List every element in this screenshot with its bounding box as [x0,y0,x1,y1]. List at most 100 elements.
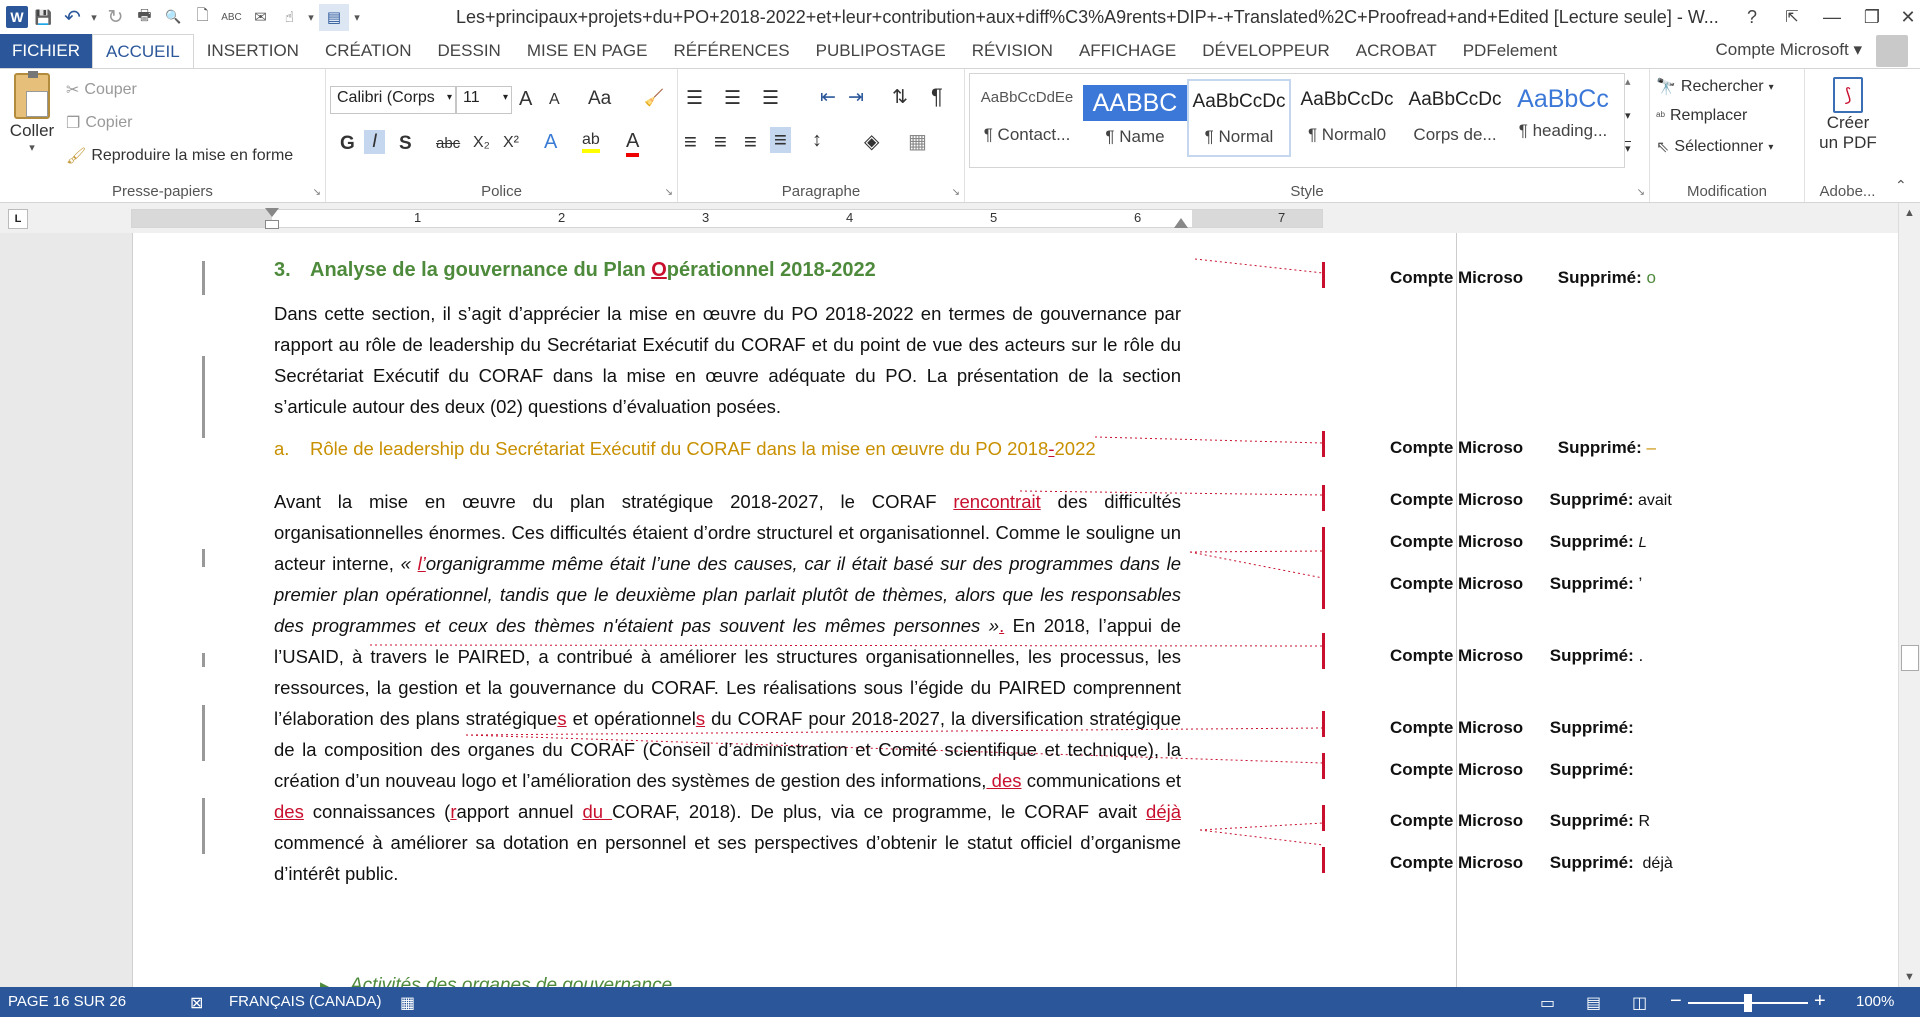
revision-balloon[interactable]: Compte Microso Supprimé: avait [1390,490,1672,510]
spelling-icon[interactable]: ABC [218,4,245,31]
find-button[interactable]: 🔭 Rechercher ▾ [1656,77,1774,97]
align-left-button[interactable]: ≡ [684,129,697,155]
revision-balloon[interactable]: Compte Microso Supprimé: [1390,760,1634,780]
layout-icon[interactable]: ▤ [319,3,349,31]
sort-button[interactable]: ⇅ [892,86,908,109]
paste-dropdown-icon[interactable]: ▾ [29,141,35,154]
revision-balloon[interactable]: Compte Microso Supprimé: R [1390,811,1650,831]
next-heading[interactable]: ▸ Activités des organes de gouvernance [320,975,672,987]
italic-button[interactable]: I [364,130,386,154]
macro-recording-icon[interactable]: ▦ [400,993,415,1013]
save-icon[interactable]: 💾 [30,4,57,31]
revision-balloon[interactable]: Compte Microso Supprimé: déjà [1390,853,1673,873]
superscript-button[interactable]: X² [503,134,519,152]
align-right-button[interactable]: ≡ [744,129,757,155]
format-painter-button[interactable]: 🖌 Reproduire la mise en forme [66,146,293,166]
tab-creation[interactable]: CRÉATION [312,34,425,68]
select-button[interactable]: ⇖ Sélectionner ▾ [1656,137,1773,157]
underline-button[interactable]: S [399,133,412,155]
tab-fichier[interactable]: FICHIER [0,34,92,68]
styles-more-icon[interactable]: ▾ [1625,141,1631,155]
increase-indent-button[interactable]: ⇥ [848,86,864,109]
font-launcher-icon[interactable]: ↘ [665,187,673,198]
heading-4[interactable]: a. Rôle de leadership du Secrétariat Exéc… [274,438,1096,460]
styles-launcher-icon[interactable]: ↘ [1637,187,1645,198]
revision-balloon[interactable]: Compte Microso Supprimé: . [1390,646,1643,666]
tab-pdfelement[interactable]: PDFelement [1450,34,1570,68]
tab-dessin[interactable]: DESSIN [425,34,514,68]
styles-scroll-up-icon[interactable]: ▴ [1625,75,1631,88]
revision-balloon[interactable]: Compte Microso Supprimé: – [1390,438,1656,458]
maximize-icon[interactable]: ❐ [1852,0,1892,34]
bold-button[interactable]: G [340,133,355,155]
undo-dropdown-icon[interactable]: ▾ [88,4,100,31]
replace-button[interactable]: ᵃᵇ Remplacer [1656,107,1747,125]
subscript-button[interactable]: X₂ [473,134,490,152]
tab-acrobat[interactable]: ACROBAT [1343,34,1450,68]
customize-qat-icon[interactable]: ▾ [351,4,363,31]
create-pdf-button[interactable]: ⟆ Créer un PDF [1813,77,1883,153]
shading-button[interactable]: ◈ [864,129,879,154]
grow-font-button[interactable]: A [519,88,532,111]
document-workspace[interactable]: 3. Analyse de la gouvernance du Plan Opér… [0,233,1898,987]
hanging-indent-marker[interactable] [265,220,279,229]
scroll-up-icon[interactable]: ▲ [1904,207,1915,219]
body-paragraph[interactable]: Avant la mise en œuvre du plan stratégiq… [274,486,1181,889]
touch-mode-icon[interactable]: ☝ [276,4,303,31]
font-name-combo[interactable]: Calibri (Corps ▾ [330,86,456,114]
print-preview-icon[interactable]: 🔍 [160,4,187,31]
heading-3[interactable]: 3. Analyse de la gouvernance du Plan Opér… [274,259,876,282]
tab-mise-en-page[interactable]: MISE EN PAGE [514,34,661,68]
cut-button[interactable]: ✂ Couper [66,80,137,100]
minimize-icon[interactable]: — [1812,0,1852,34]
help-icon[interactable]: ? [1732,0,1772,34]
left-indent-marker[interactable] [265,208,279,217]
zoom-in-icon[interactable]: + [1814,990,1826,1013]
multilevel-list-button[interactable]: ☰ [762,87,779,110]
proofing-icon[interactable]: ⊠ [190,993,203,1013]
decrease-indent-button[interactable]: ⇤ [820,86,836,109]
scroll-down-icon[interactable]: ▼ [1904,971,1915,983]
tab-developpeur[interactable]: DÉVELOPPEUR [1189,34,1343,68]
revision-balloon[interactable]: Compte Microso Supprimé: ’ [1390,574,1642,594]
zoom-slider-thumb[interactable] [1744,994,1752,1012]
account-menu[interactable]: Compte Microsoft ▾ [1716,40,1862,60]
print-layout-icon[interactable]: ▤ [1586,993,1601,1013]
intro-paragraph[interactable]: Dans cette section, il s’agit d’apprécie… [274,298,1181,422]
font-color-button[interactable]: A [626,130,640,157]
borders-button[interactable]: ▦ [908,129,927,154]
paragraph-launcher-icon[interactable]: ↘ [952,187,960,198]
language-indicator[interactable]: FRANÇAIS (CANADA) [229,993,382,1010]
change-case-button[interactable]: Aa [588,88,611,110]
tab-accueil[interactable]: ACCUEIL [92,34,194,68]
style-contact[interactable]: AaBbCcDdEe ¶ Contact... [975,79,1079,157]
clipboard-launcher-icon[interactable]: ↘ [313,187,321,198]
close-icon[interactable]: ✕ [1888,0,1920,34]
numbering-button[interactable]: ☰ [724,87,741,110]
right-indent-marker[interactable] [1174,218,1188,228]
bullets-button[interactable]: ☰ [686,87,703,110]
vertical-scrollbar[interactable]: ▲ ▼ [1898,203,1920,987]
shrink-font-button[interactable]: A [549,91,560,109]
web-layout-icon[interactable]: ◫ [1632,993,1647,1013]
style-normal0[interactable]: AaBbCcDc ¶ Normal0 [1295,79,1399,157]
collapse-ribbon-icon[interactable]: ⌃ [1895,177,1907,194]
strikethrough-button[interactable]: abc [436,135,460,152]
paste-button[interactable]: Coller ▾ [6,71,58,154]
align-center-button[interactable]: ≡ [714,129,727,155]
style-normal[interactable]: AaBbCcDc ¶ Normal [1187,79,1291,157]
new-document-icon[interactable]: 🗋 [189,4,216,31]
tab-references[interactable]: RÉFÉRENCES [660,34,802,68]
scroll-thumb[interactable] [1901,645,1919,671]
zoom-out-icon[interactable]: − [1670,990,1682,1013]
page-count[interactable]: PAGE 16 SUR 26 [8,993,126,1010]
clear-formatting-button[interactable]: 🧹 [644,88,664,108]
undo-icon[interactable]: ↶ [59,4,86,31]
word-app-icon[interactable]: W [6,6,28,28]
copy-button[interactable]: ❐ Copier [66,113,132,133]
revision-balloon[interactable]: Compte Microso Supprimé: [1390,718,1634,738]
print-icon[interactable]: 🖶 [131,4,158,31]
revision-balloon[interactable]: Compte Microso Supprimé: L [1390,532,1647,552]
styles-scroll-down-icon[interactable]: ▾ [1625,109,1631,122]
text-effects-button[interactable]: A [544,131,557,154]
